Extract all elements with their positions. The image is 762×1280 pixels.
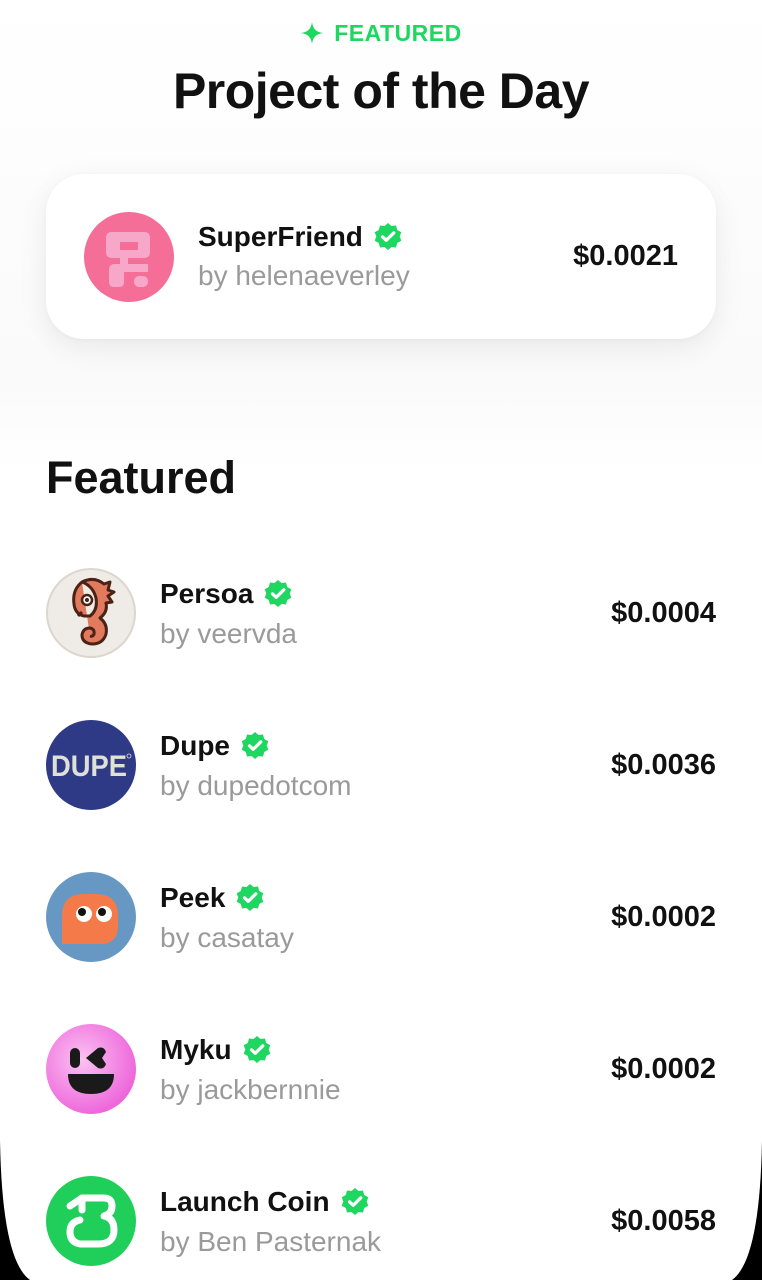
list-item[interactable]: Persoa by veervda $0.0004 xyxy=(46,566,716,718)
seahorse-avatar-icon xyxy=(46,568,136,658)
sparkle-icon xyxy=(301,22,324,44)
featured-list: Persoa by veervda $0.0004 DUPE Dupe by d… xyxy=(46,566,716,1280)
project-name: SuperFriend xyxy=(198,221,363,252)
list-item[interactable]: Peek by casatay $0.0002 xyxy=(46,870,716,1022)
list-item-name: Dupe xyxy=(160,730,230,761)
list-item-author: by casatay xyxy=(160,922,294,953)
list-item-author: by Ben Pasternak xyxy=(160,1226,382,1257)
launch-coin-avatar-icon xyxy=(46,1176,136,1266)
featured-page: FEATURED Project of the Day SuperFriend … xyxy=(0,0,762,1280)
verified-badge-icon xyxy=(237,884,264,911)
project-author: by helenaeverley xyxy=(198,260,410,291)
screen-corner-right xyxy=(732,1140,762,1280)
dupe-avatar-icon: DUPE xyxy=(46,720,136,810)
verified-badge-icon xyxy=(241,732,269,759)
list-item-name: Myku xyxy=(160,1034,232,1065)
list-item-title: Dupe xyxy=(160,730,270,762)
list-item-title: Launch Coin xyxy=(160,1186,370,1218)
list-item-title: Peek xyxy=(160,882,265,914)
verified-badge-icon xyxy=(341,1188,368,1215)
list-item[interactable]: Myku by jackbernnie $0.0002 xyxy=(46,1022,716,1174)
page-title: Project of the Day xyxy=(172,63,590,119)
project-of-the-day-title: SuperFriend xyxy=(198,221,403,253)
list-item-price: $0.0002 xyxy=(611,1053,716,1085)
list-item-price: $0.0058 xyxy=(611,1205,716,1237)
list-item-author: by jackbernnie xyxy=(160,1074,341,1105)
list-item-name: Peek xyxy=(160,882,226,913)
verified-badge-icon xyxy=(374,223,402,250)
list-item-name: Launch Coin xyxy=(160,1186,330,1217)
list-item-title: Persoa xyxy=(160,578,293,610)
project-of-the-day-card[interactable]: SuperFriend by helenaeverley $0.0021 xyxy=(46,174,716,339)
screen-corner-left xyxy=(0,1140,30,1280)
list-item-title: Myku xyxy=(160,1034,272,1066)
peek-avatar-icon xyxy=(46,872,136,962)
dupe-logo-text: DUPE xyxy=(51,750,127,783)
myku-avatar-icon xyxy=(46,1024,136,1114)
list-item-author: by veervda xyxy=(160,618,297,649)
list-item-price: $0.0036 xyxy=(611,749,716,781)
list-item[interactable]: DUPE Dupe by dupedotcom $0.0036 xyxy=(46,718,716,870)
list-item-price: $0.0002 xyxy=(611,901,716,933)
verified-badge-icon xyxy=(265,580,292,607)
list-item-name: Persoa xyxy=(160,578,254,609)
list-item-author: by dupedotcom xyxy=(160,770,352,801)
list-item-price: $0.0004 xyxy=(611,597,716,629)
featured-section-title: Featured xyxy=(46,452,237,503)
superfriend-avatar-icon xyxy=(84,212,174,302)
featured-eyebrow: FEATURED xyxy=(0,18,762,48)
list-item[interactable]: Launch Coin by Ben Pasternak $0.0058 xyxy=(46,1174,716,1280)
eyebrow-label: FEATURED xyxy=(334,19,462,46)
verified-badge-icon xyxy=(243,1036,270,1063)
project-price: $0.0021 xyxy=(573,240,678,272)
